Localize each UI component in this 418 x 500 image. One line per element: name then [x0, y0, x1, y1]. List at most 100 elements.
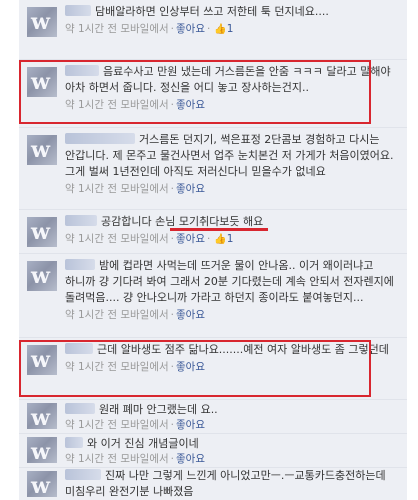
comment-meta: 약 1시간 전 모바일에서 · 좋아요 — [65, 452, 401, 466]
like-button[interactable]: 좋아요 — [176, 361, 205, 373]
like-button[interactable]: 좋아요 — [176, 233, 205, 245]
separator: · — [170, 361, 174, 373]
separator: · — [206, 233, 211, 245]
comment-meta: 약 1시간 전 모바일에서 · 좋아요 — [65, 418, 401, 432]
comment-message: 밤에 컵라면 사먹는데 뜨거운 물이 안나옴.. 이거 왜이러냐고 하니까 걍 … — [65, 259, 394, 304]
avatar[interactable]: w — [27, 217, 57, 247]
avatar-image: w — [31, 473, 50, 497]
comment-feed: w 담배알라하면 인상부터 쓰고 저한테 툭 던지네요.... 약 1시간 전 … — [0, 0, 418, 500]
commenter-name-blurred[interactable] — [65, 65, 99, 76]
commenter-name-blurred[interactable] — [65, 403, 95, 414]
separator: · — [170, 419, 174, 431]
device-label: 모바일에서 — [120, 23, 169, 35]
separator: · — [170, 233, 174, 245]
comment-item: w 원래 폐마 안그랬는데 요.. 약 1시간 전 모바일에서 · 좋아요 — [19, 400, 407, 434]
thumbs-up-icon[interactable]: 👍 — [214, 234, 226, 245]
avatar-image: w — [31, 439, 50, 463]
like-button[interactable]: 좋아요 — [176, 309, 205, 321]
avatar-image: w — [31, 263, 50, 289]
comment-text: 진짜 나만 그렇게 느낀게 아니었고만ㅡ.ㅡ교통카드충전하는데 미침우리 완전기… — [65, 468, 401, 500]
timestamp[interactable]: 약 1시간 전 — [65, 23, 117, 35]
comment-body: 음료수사고 만원 냈는데 거스름돈을 안줌 ㅋㅋㅋ 달라고 말해야 아차 하면서… — [65, 64, 401, 112]
comment-text: 음료수사고 만원 냈는데 거스름돈을 안줌 ㅋㅋㅋ 달라고 말해야 아차 하면서… — [65, 64, 401, 96]
avatar-image: w — [31, 405, 50, 429]
comment-message: 원래 폐마 안그랬는데 요.. — [99, 403, 218, 416]
comment-item: w 와 이거 진심 개념글이네 약 1시간 전 모바일에서 · 좋아요 — [19, 434, 407, 468]
separator: · — [170, 453, 174, 465]
avatar[interactable]: w — [27, 345, 57, 375]
device-label: 모바일에서 — [120, 233, 169, 245]
comment-text: 밤에 컵라면 사먹는데 뜨거운 물이 안나옴.. 이거 왜이러냐고 하니까 걍 … — [65, 258, 401, 306]
device-label: 모바일에서 — [120, 419, 169, 431]
like-button[interactable]: 좋아요 — [176, 419, 205, 431]
comment-body: 근데 알바생도 점주 닮나요.......예전 여자 알바생도 좀 그렇던데 약… — [65, 342, 401, 374]
commenter-name-blurred[interactable] — [65, 469, 101, 480]
separator: · — [206, 23, 211, 35]
timestamp[interactable]: 약 1시간 전 — [65, 419, 117, 431]
comment-item: w 거스름돈 던지기, 썩은표정 2단콤보 경험하고 다시는 안갑니다. 제 몬… — [19, 128, 407, 210]
separator: · — [170, 183, 174, 195]
commenter-name-blurred[interactable] — [65, 437, 83, 448]
comment-text: 담배알라하면 인상부터 쓰고 저한테 툭 던지네요.... — [65, 4, 401, 20]
comment-text: 거스름돈 던지기, 썩은표정 2단콤보 경험하고 다시는 안갑니다. 제 몬주고… — [65, 132, 401, 180]
avatar[interactable]: w — [27, 135, 57, 165]
comment-item: w 음료수사고 만원 냈는데 거스름돈을 안줌 ㅋㅋㅋ 달라고 말해야 아차 하… — [19, 60, 407, 128]
commenter-name-blurred[interactable] — [65, 343, 93, 354]
like-button[interactable]: 좋아요 — [176, 99, 205, 111]
like-button[interactable]: 좋아요 — [176, 23, 205, 35]
thumbs-up-icon[interactable]: 👍 — [214, 24, 226, 35]
comment-message: 담배알라하면 인상부터 쓰고 저한테 툭 던지네요.... — [95, 5, 329, 18]
avatar[interactable]: w — [27, 471, 57, 497]
comment-message: 진짜 나만 그렇게 느낀게 아니었고만ㅡ.ㅡ교통카드충전하는데 미침우리 완전기… — [65, 469, 386, 498]
comment-item: w 담배알라하면 인상부터 쓰고 저한테 툭 던지네요.... 약 1시간 전 … — [19, 0, 407, 60]
comment-message: 공감합니다 손님 모기취다보듯 해요 — [101, 215, 264, 228]
timestamp[interactable]: 약 1시간 전 — [65, 361, 117, 373]
comment-body: 원래 폐마 안그랬는데 요.. 약 1시간 전 모바일에서 · 좋아요 — [65, 402, 401, 432]
timestamp[interactable]: 약 1시간 전 — [65, 233, 117, 245]
timestamp[interactable]: 약 1시간 전 — [65, 309, 117, 321]
comment-item: w 진짜 나만 그렇게 느낀게 아니었고만ㅡ.ㅡ교통카드충전하는데 미침우리 완… — [19, 468, 407, 500]
comment-body: 밤에 컵라면 사먹는데 뜨거운 물이 안나옴.. 이거 왜이러냐고 하니까 걍 … — [65, 258, 401, 322]
comment-meta: 약 1시간 전 모바일에서 · 좋아요 · 👍1 — [65, 22, 401, 37]
commenter-name-blurred[interactable] — [65, 133, 135, 144]
timestamp[interactable]: 약 1시간 전 — [65, 453, 117, 465]
comment-meta: 약 1시간 전 모바일에서 · 좋아요 — [65, 308, 401, 322]
device-label: 모바일에서 — [120, 361, 169, 373]
avatar-image: w — [31, 347, 50, 373]
avatar-image: w — [31, 219, 50, 245]
comment-body: 담배알라하면 인상부터 쓰고 저한테 툭 던지네요.... 약 1시간 전 모바… — [65, 4, 401, 37]
avatar[interactable]: w — [27, 261, 57, 291]
commenter-name-blurred[interactable] — [65, 259, 95, 270]
device-label: 모바일에서 — [120, 309, 169, 321]
comment-message: 근데 알바생도 점주 닮나요.......예전 여자 알바생도 좀 그렇던데 — [97, 343, 389, 356]
timestamp[interactable]: 약 1시간 전 — [65, 183, 117, 195]
timestamp[interactable]: 약 1시간 전 — [65, 99, 117, 111]
comment-text: 원래 폐마 안그랬는데 요.. — [65, 402, 401, 418]
avatar[interactable]: w — [27, 7, 57, 37]
avatar-image: w — [31, 69, 50, 95]
like-count[interactable]: 1 — [227, 233, 234, 245]
like-count[interactable]: 1 — [227, 23, 234, 35]
commenter-name-blurred[interactable] — [65, 5, 91, 16]
avatar-image: w — [31, 137, 50, 163]
avatar-image: w — [31, 9, 50, 35]
avatar[interactable]: w — [27, 67, 57, 97]
device-label: 모바일에서 — [120, 453, 169, 465]
comment-text: 근데 알바생도 점주 닮나요.......예전 여자 알바생도 좀 그렇던데 — [65, 342, 401, 358]
separator: · — [170, 99, 174, 111]
avatar[interactable]: w — [27, 437, 57, 463]
comment-item: w 근데 알바생도 점주 닮나요.......예전 여자 알바생도 좀 그렇던데… — [19, 338, 407, 400]
comment-body: 거스름돈 던지기, 썩은표정 2단콤보 경험하고 다시는 안갑니다. 제 몬주고… — [65, 132, 401, 196]
device-label: 모바일에서 — [120, 99, 169, 111]
comment-item: w 밤에 컵라면 사먹는데 뜨거운 물이 안나옴.. 이거 왜이러냐고 하니까 … — [19, 254, 407, 338]
like-button[interactable]: 좋아요 — [176, 453, 205, 465]
comment-meta: 약 1시간 전 모바일에서 · 좋아요 · 👍1 — [65, 232, 401, 247]
like-button[interactable]: 좋아요 — [176, 183, 205, 195]
device-label: 모바일에서 — [120, 183, 169, 195]
avatar[interactable]: w — [27, 403, 57, 429]
comment-meta: 약 1시간 전 모바일에서 · 좋아요 — [65, 182, 401, 196]
commenter-name-blurred[interactable] — [65, 215, 97, 226]
comment-item: w 공감합니다 손님 모기취다보듯 해요 약 1시간 전 모바일에서 · 좋아요 · 👍… — [19, 210, 407, 254]
comment-body: 와 이거 진심 개념글이네 약 1시간 전 모바일에서 · 좋아요 — [65, 436, 401, 466]
comment-meta: 약 1시간 전 모바일에서 · 좋아요 — [65, 360, 401, 374]
